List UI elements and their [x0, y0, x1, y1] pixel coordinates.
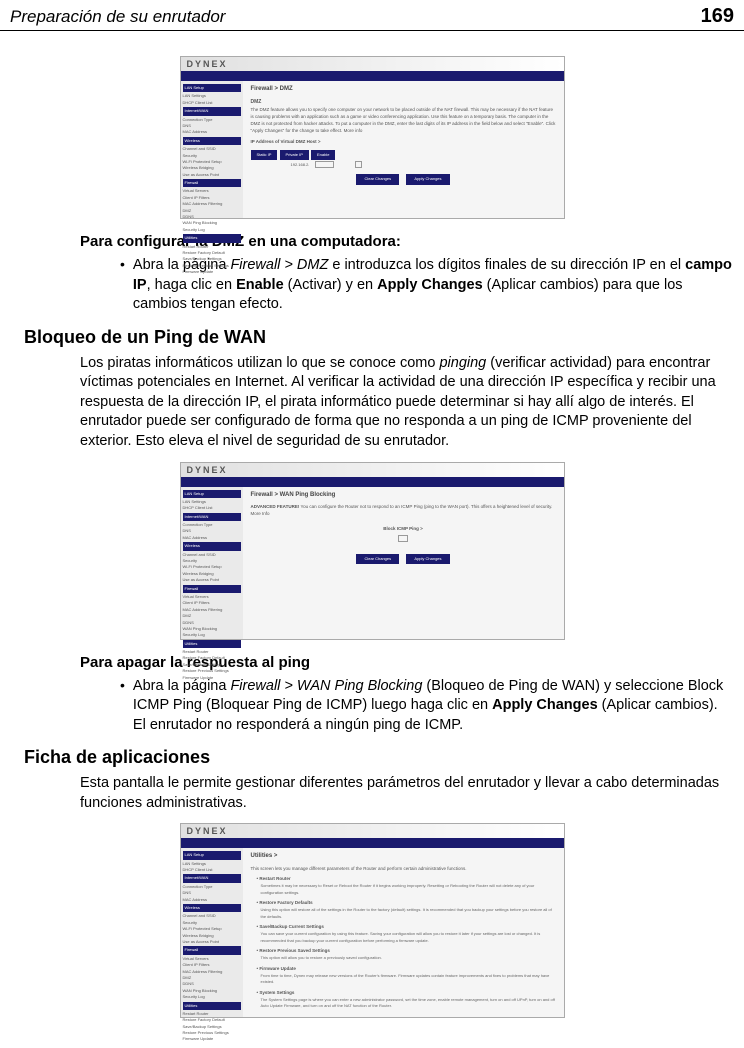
- config-dmz-title: Para configurar la DMZ en una computador…: [80, 233, 732, 250]
- clear-changes-button[interactable]: Clear Changes: [356, 174, 399, 184]
- wan-block-para: Los piratas informáticos utilizan lo que…: [80, 354, 722, 452]
- ping-response-bullet: Abra la página Firewall > WAN Ping Block…: [133, 677, 732, 736]
- table-label: IP Address of Virtual DMZ Host >: [251, 138, 556, 145]
- panel-title: Firewall > DMZ: [251, 85, 556, 95]
- apply-changes-button[interactable]: Apply Changes: [406, 554, 449, 564]
- page-number: 169: [701, 5, 734, 28]
- wan-ping-screenshot: DYNEX LAN Setup LAN Settings DHCP Client…: [180, 462, 565, 640]
- bullet-dot: •: [120, 256, 125, 315]
- logo: DYNEX: [181, 57, 564, 71]
- header-title: Preparación de su enrutador: [10, 7, 225, 27]
- utilities-screenshot: DYNEX LAN Setup LAN Settings DHCP Client…: [180, 823, 565, 1018]
- ping-response-title: Para apagar la respuesta al ping: [80, 654, 732, 671]
- apply-changes-button[interactable]: Apply Changes: [406, 174, 449, 184]
- apps-tab-para: Esta pantalla le permite gestionar difer…: [80, 774, 722, 813]
- panel-subtitle: DMZ: [251, 98, 556, 106]
- sidebar: LAN Setup LAN Settings DHCP Client List …: [181, 81, 243, 218]
- clear-changes-button[interactable]: Clear Changes: [356, 554, 399, 564]
- apps-tab-heading: Ficha de aplicaciones: [24, 747, 732, 768]
- panel-desc: The DMZ feature allows you to specify on…: [251, 106, 556, 135]
- dmz-screenshot: DYNEX LAN Setup LAN Settings DHCP Client…: [180, 56, 565, 219]
- wan-block-heading: Bloqueo de un Ping de WAN: [24, 327, 732, 348]
